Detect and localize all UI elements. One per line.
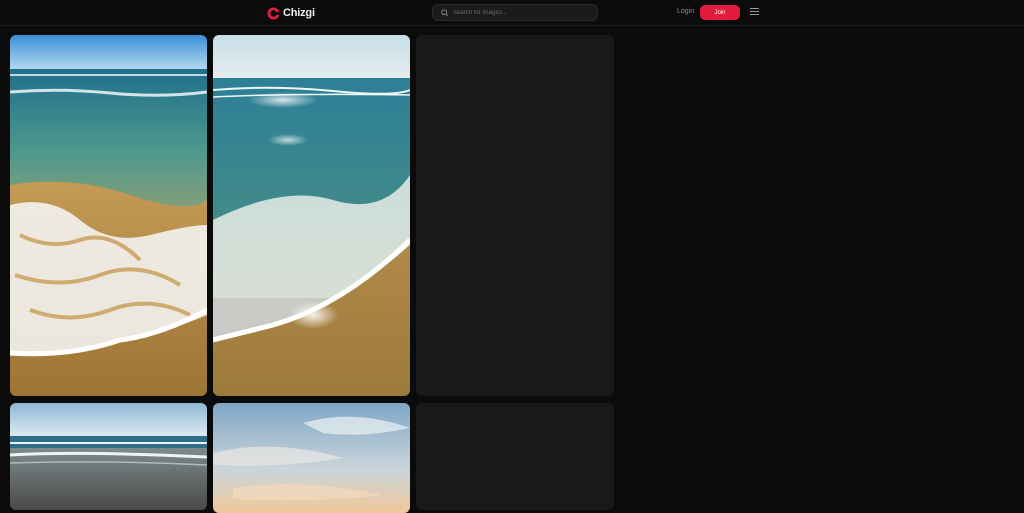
join-button[interactable]: Join (700, 5, 740, 20)
search-input[interactable] (453, 9, 593, 16)
photo-image (10, 403, 207, 510)
brand-name: Chizgi (283, 7, 315, 19)
login-link[interactable]: Login (677, 8, 694, 15)
brand-logo[interactable]: Chizgi (267, 6, 315, 20)
hamburger-menu-icon[interactable] (750, 8, 759, 16)
photo-image (10, 35, 207, 396)
top-bar: Chizgi Login Join (0, 0, 1024, 26)
gallery-photo-shoreline[interactable] (10, 403, 207, 510)
photo-image (213, 403, 410, 513)
gallery-placeholder (416, 403, 614, 510)
gallery-photo-sunset-sky[interactable] (213, 403, 410, 513)
gallery-photo-beach-waves[interactable] (10, 35, 207, 396)
photo-image (213, 35, 410, 396)
search-bar[interactable] (432, 4, 598, 21)
gallery-placeholder (416, 35, 614, 396)
chizgi-logo-icon (267, 6, 280, 20)
gallery-photo-sunlit-wave[interactable] (213, 35, 410, 396)
search-icon (441, 8, 449, 17)
